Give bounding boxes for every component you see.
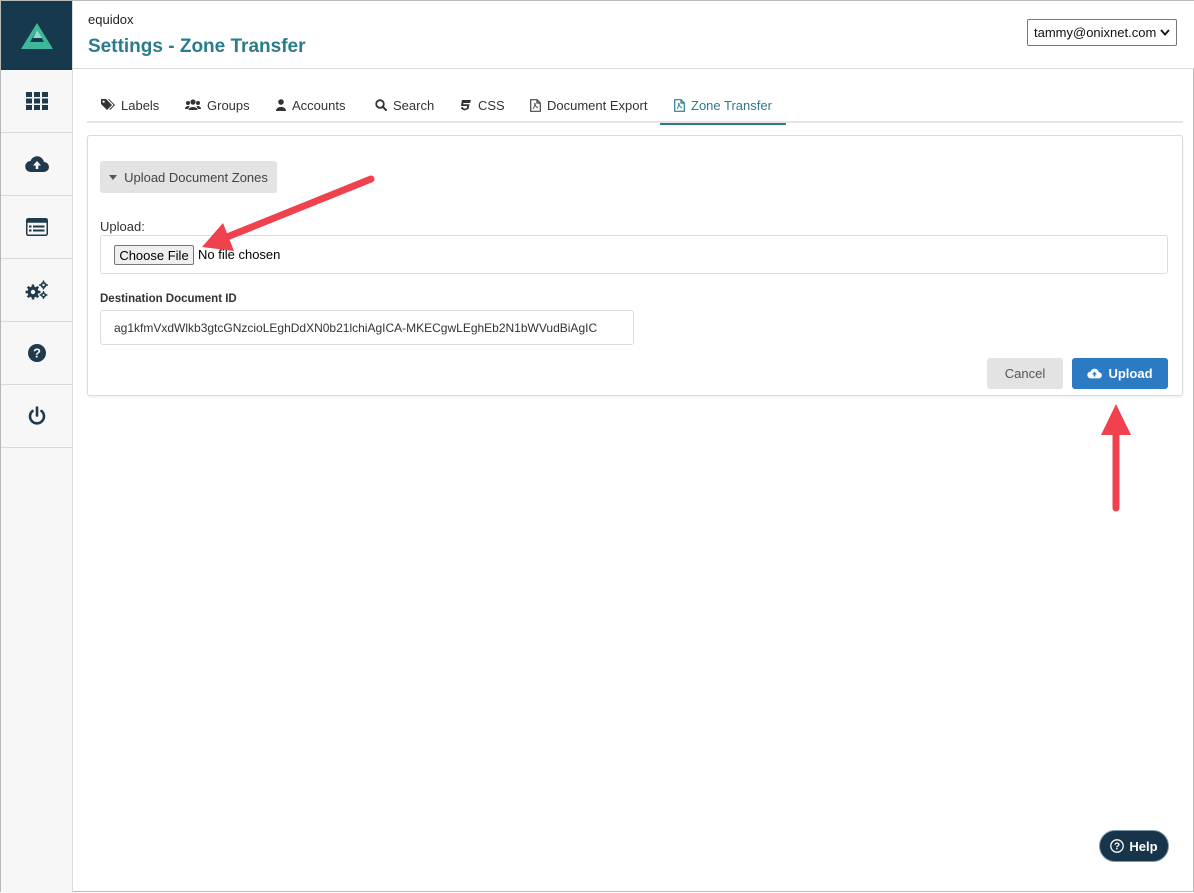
search-icon bbox=[375, 99, 387, 111]
tab-label: Accounts bbox=[292, 97, 346, 113]
list-icon bbox=[25, 218, 48, 236]
tab-zone-transfer[interactable]: Zone Transfer bbox=[660, 87, 786, 125]
sidebar-item-help[interactable]: ? bbox=[1, 322, 72, 385]
tab-label: Search bbox=[393, 97, 435, 113]
upload-button-label: Upload bbox=[1108, 366, 1153, 381]
brand-name: equidox bbox=[88, 12, 134, 27]
upload-document-zones-toggle[interactable]: Upload Document Zones bbox=[100, 161, 277, 193]
sidebar-item-upload[interactable] bbox=[1, 133, 72, 196]
svg-text:?: ? bbox=[33, 345, 41, 360]
sidebar-item-documents[interactable] bbox=[1, 196, 72, 259]
tab-search[interactable]: Search bbox=[361, 87, 448, 123]
chevron-down-icon bbox=[1160, 29, 1170, 36]
zone-transfer-panel: Upload Document Zones Upload: Choose Fil… bbox=[87, 135, 1183, 396]
caret-down-icon bbox=[109, 174, 118, 180]
cloud-upload-icon bbox=[1087, 368, 1103, 379]
tab-label: Labels bbox=[121, 97, 160, 113]
page-title: Settings - Zone Transfer bbox=[88, 36, 306, 57]
logo[interactable] bbox=[1, 1, 72, 70]
svg-text:?: ? bbox=[1114, 842, 1120, 853]
question-circle-icon: ? bbox=[1110, 839, 1125, 853]
upload-button[interactable]: Upload bbox=[1072, 358, 1168, 389]
toggle-label: Upload Document Zones bbox=[124, 169, 268, 185]
tab-labels[interactable]: Labels bbox=[87, 87, 173, 123]
destination-document-id-input[interactable]: ag1kfmVxdWlkb3gtcGNzcioLEghDdXN0b21lchiA… bbox=[100, 310, 634, 345]
user-email: tammy@onixnet.com bbox=[1034, 25, 1157, 40]
cancel-button[interactable]: Cancel bbox=[987, 358, 1063, 389]
power-icon bbox=[28, 406, 45, 425]
tab-label: CSS bbox=[478, 97, 505, 113]
sidebar-item-settings[interactable] bbox=[1, 259, 72, 322]
arrow-to-upload-button bbox=[1101, 404, 1131, 512]
file-upload-field: Choose File No file chosen bbox=[100, 235, 1168, 274]
tab-label: Groups bbox=[207, 97, 250, 113]
help-label: Help bbox=[1129, 838, 1158, 854]
user-icon bbox=[276, 99, 286, 111]
user-account-select[interactable]: tammy@onixnet.com bbox=[1027, 19, 1177, 46]
grid-icon bbox=[25, 92, 48, 110]
tab-accounts[interactable]: Accounts bbox=[262, 87, 359, 123]
no-file-text: No file chosen bbox=[198, 247, 281, 262]
tab-css[interactable]: CSS bbox=[446, 87, 519, 123]
css-icon bbox=[461, 100, 471, 111]
question-icon: ? bbox=[27, 344, 46, 362]
gears-icon bbox=[25, 280, 48, 300]
sidebar-item-logout[interactable] bbox=[1, 385, 72, 448]
tag-icon bbox=[101, 99, 115, 110]
tab-document-export[interactable]: Document Export bbox=[516, 87, 661, 123]
app-frame: ? equidox Settings - Zone Transfer tammy… bbox=[0, 0, 1194, 893]
help-button[interactable]: ? Help bbox=[1099, 830, 1169, 862]
pdf-icon bbox=[674, 98, 685, 112]
equidox-logo-icon bbox=[20, 22, 53, 49]
tab-groups[interactable]: Groups bbox=[171, 87, 264, 123]
sidebar: ? bbox=[1, 1, 73, 893]
choose-file-button[interactable]: Choose File bbox=[114, 245, 194, 265]
cloud-upload-icon bbox=[24, 156, 49, 173]
settings-tabs: Labels Groups Accounts Search CSS Docume… bbox=[87, 87, 1183, 125]
pdf-icon bbox=[530, 98, 541, 112]
upload-label: Upload: bbox=[100, 219, 145, 234]
destination-document-id-label: Destination Document ID bbox=[100, 293, 237, 305]
header: equidox Settings - Zone Transfer tammy@o… bbox=[73, 1, 1194, 69]
tab-label: Document Export bbox=[547, 97, 648, 113]
sidebar-item-dashboard[interactable] bbox=[1, 70, 72, 133]
users-icon bbox=[185, 99, 201, 110]
tab-label: Zone Transfer bbox=[691, 97, 772, 113]
